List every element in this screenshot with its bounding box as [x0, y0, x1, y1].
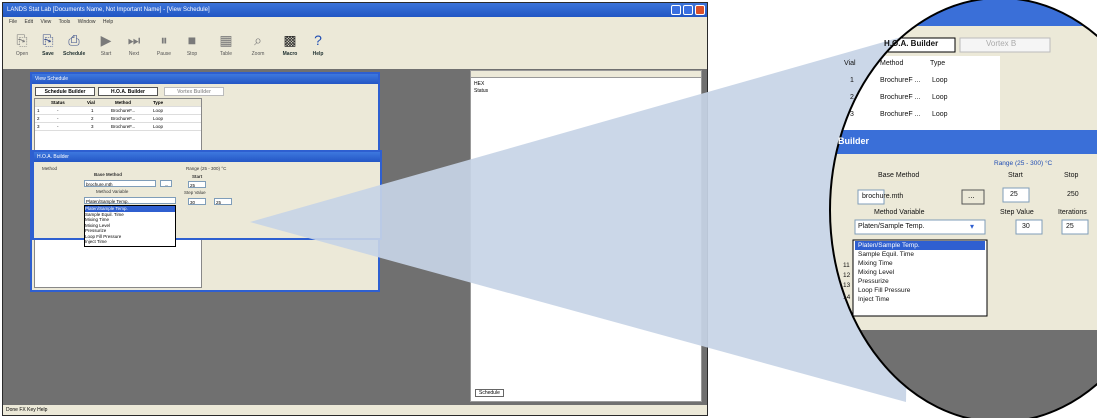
mag-col-vial: Vial — [844, 60, 856, 67]
mag-row-type: Loop — [932, 94, 948, 101]
mag-tab-vortex[interactable]: Vortex B — [986, 39, 1016, 48]
mag-row-number: 13 — [843, 282, 851, 289]
mag-base-method-field[interactable]: brochure.mth — [862, 193, 903, 200]
mag-option[interactable]: Inject Time — [858, 296, 889, 304]
mag-tab-hoa[interactable]: H.O.A. Builder — [884, 39, 938, 48]
mag-row-number: 12 — [843, 272, 851, 279]
mag-row-method: BrochureF ... — [880, 111, 921, 118]
mag-step-field[interactable]: 30 — [1022, 223, 1030, 230]
mag-method-variable-select[interactable]: Platen/Sample Temp. — [858, 223, 924, 230]
mag-iter-field[interactable]: 25 — [1066, 223, 1074, 230]
mag-row-method: BrochureF ... — [880, 77, 921, 84]
mag-row-type: Loop — [932, 111, 948, 118]
mag-start-label: Start — [1008, 172, 1023, 179]
mag-start-field[interactable]: 25 — [1010, 191, 1018, 198]
mag-row-vial: 2 — [850, 94, 854, 101]
mag-col-method: Method — [880, 60, 904, 67]
mag-step-label: Step Value — [1000, 209, 1034, 216]
mag-stop-field[interactable]: 250 — [1067, 191, 1079, 198]
mag-range-label: Range (25 - 300) °C — [994, 160, 1053, 167]
mag-base-method-label: Base Method — [878, 172, 920, 179]
mag-row-vial: 3 — [850, 111, 854, 118]
chevron-down-icon[interactable]: ▾ — [970, 222, 974, 231]
mag-option[interactable]: Pressurize — [858, 278, 889, 286]
mag-option[interactable]: Platen/Sample Temp. — [858, 242, 920, 250]
mag-option[interactable]: Mixing Time — [858, 260, 893, 268]
mag-iter-label: Iterations — [1058, 209, 1087, 216]
mag-row-type: Loop — [932, 77, 948, 84]
mag-option[interactable]: Sample Equil. Time — [858, 251, 914, 259]
mag-row-method: BrochureF ... — [880, 94, 921, 101]
mag-col-type: Type — [930, 60, 946, 67]
mag-option[interactable]: Mixing Level — [858, 269, 894, 277]
mag-browse-button[interactable]: ... — [968, 191, 975, 200]
mag-row-number: 14 — [843, 294, 851, 301]
mag-option[interactable]: Loop Fill Pressure — [858, 287, 910, 295]
mag-row-vial: 1 — [850, 77, 854, 84]
mag-method-variable-label: Method Variable — [874, 209, 925, 216]
mag-dialog-title: Builder — [838, 136, 870, 146]
mag-row-number: 11 — [843, 262, 850, 269]
mag-stop-label: Stop — [1064, 172, 1079, 179]
